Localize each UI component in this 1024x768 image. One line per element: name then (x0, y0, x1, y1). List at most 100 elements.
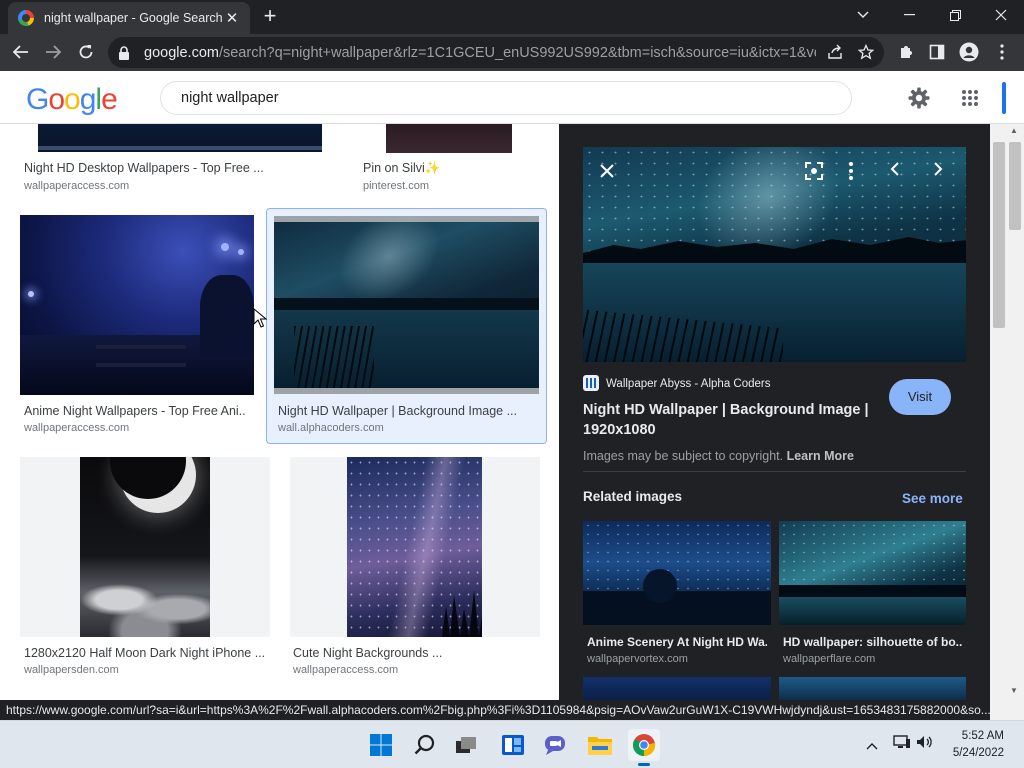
widgets-icon[interactable] (497, 729, 529, 761)
result-title[interactable]: 1280x2120 Half Moon Dark Night iPhone ..… (24, 646, 264, 660)
search-icon[interactable] (409, 729, 441, 761)
clock-date: 5/24/2022 (952, 747, 1004, 759)
visit-button[interactable]: Visit (889, 379, 951, 415)
file-explorer-icon[interactable] (584, 729, 616, 761)
address-bar[interactable]: google.com/search?q=night+wallpaper&rlz=… (108, 37, 884, 68)
profile-avatar-icon[interactable] (956, 39, 982, 65)
network-icon[interactable] (893, 735, 911, 754)
screen: night wallpaper - Google Search ✕ + goog… (0, 0, 1024, 768)
next-image-icon[interactable] (933, 162, 951, 182)
address-url: google.com/search?q=night+wallpaper&rlz=… (144, 44, 816, 61)
google-apps-grid-icon[interactable] (957, 85, 983, 111)
site-name[interactable]: Wallpaper Abyss - Alpha Coders (606, 378, 771, 390)
scrollbar-corner (990, 700, 1024, 720)
logo-letter: e (101, 83, 118, 116)
clock-time: 5:52 AM (961, 730, 1004, 742)
task-view-icon[interactable] (450, 729, 482, 761)
forward-arrow-icon[interactable] (40, 39, 66, 65)
volume-speaker-icon[interactable] (916, 735, 934, 754)
windows-taskbar: 5:52 AM 5/24/2022 (0, 720, 1024, 768)
more-options-icon[interactable] (848, 161, 866, 183)
lens-search-icon[interactable] (804, 161, 826, 183)
lock-icon[interactable] (118, 45, 132, 60)
google-logo[interactable]: Google (26, 83, 118, 117)
search-box[interactable] (160, 81, 852, 115)
image-preview-panel: Wallpaper Abyss - Alpha Coders Night HD … (559, 124, 990, 700)
result-source[interactable]: wallpaperaccess.com (24, 422, 129, 434)
result-thumbnail[interactable] (386, 124, 512, 153)
tab-search-chevron-icon[interactable] (840, 0, 886, 30)
result-thumbnail[interactable] (80, 457, 210, 637)
result-source[interactable]: pinterest.com (363, 180, 429, 192)
chat-icon[interactable] (540, 729, 572, 761)
new-tab-button[interactable]: + (258, 4, 282, 28)
image-results-grid: Night HD Desktop Wallpapers - Top Free .… (0, 124, 559, 700)
related-thumbnail[interactable] (779, 677, 966, 700)
result-title[interactable]: Night HD Wallpaper | Background Image ..… (278, 404, 516, 418)
result-source[interactable]: wallpapersden.com (24, 664, 119, 676)
scroll-up-arrow-icon[interactable]: ▲ (1010, 126, 1018, 135)
tab-close-icon[interactable]: ✕ (224, 9, 240, 27)
page-scrollbar[interactable]: ▲ ▼ (990, 124, 1024, 700)
back-arrow-icon[interactable] (8, 39, 34, 65)
logo-letter: g (79, 83, 97, 116)
close-window-icon[interactable] (978, 0, 1024, 30)
mouse-cursor-icon (253, 307, 268, 333)
related-thumbnail[interactable] (583, 677, 771, 700)
result-thumbnail[interactable] (20, 215, 254, 395)
result-title[interactable]: Pin on Silvi✨ (363, 161, 483, 176)
result-title[interactable]: Night HD Desktop Wallpapers - Top Free .… (24, 161, 264, 175)
logo-letter: o (48, 83, 65, 116)
system-clock[interactable]: 5:52 AM 5/24/2022 (953, 728, 1004, 762)
settings-gear-icon[interactable] (906, 85, 932, 111)
related-thumbnail[interactable] (583, 521, 771, 625)
extensions-puzzle-icon[interactable] (893, 39, 919, 65)
result-thumbnail[interactable] (38, 124, 322, 152)
browser-tab[interactable]: night wallpaper - Google Search ✕ (8, 2, 250, 34)
divider (583, 471, 966, 472)
reload-icon[interactable] (73, 39, 99, 65)
scroll-down-arrow-icon[interactable]: ▼ (1010, 686, 1018, 695)
scrollbar-thumb[interactable] (993, 142, 1005, 328)
site-favicon-icon (583, 375, 599, 391)
google-favicon-icon (18, 10, 34, 26)
bookmark-star-icon[interactable] (853, 39, 879, 65)
previous-image-icon[interactable] (890, 162, 908, 182)
scrollbar-thumb-secondary[interactable] (1009, 142, 1021, 230)
minimize-window-icon[interactable] (886, 0, 932, 30)
result-source[interactable]: wall.alphacoders.com (278, 422, 384, 434)
result-thumbnail-selected[interactable] (274, 216, 539, 394)
related-source[interactable]: wallpaperflare.com (783, 653, 875, 665)
preview-image[interactable] (583, 147, 966, 362)
related-title[interactable]: HD wallpaper: silhouette of bo... (783, 635, 963, 649)
share-icon[interactable] (822, 39, 848, 65)
show-hidden-icons-chevron-icon[interactable] (866, 737, 878, 755)
related-images-heading: Related images (583, 489, 683, 504)
result-title[interactable]: Cute Night Backgrounds ... (293, 646, 533, 660)
browser-tab-bar: night wallpaper - Google Search ✕ + (0, 0, 1024, 34)
browser-toolbar: google.com/search?q=night+wallpaper&rlz=… (0, 34, 1024, 71)
related-source[interactable]: wallpapervortex.com (587, 653, 688, 665)
browser-menu-icon[interactable] (989, 39, 1015, 65)
result-title[interactable]: Anime Night Wallpapers - Top Free Ani... (24, 404, 246, 418)
result-source[interactable]: wallpaperaccess.com (24, 180, 129, 192)
side-panel-icon[interactable] (924, 39, 950, 65)
logo-letter: G (26, 83, 49, 116)
close-preview-icon[interactable] (596, 160, 618, 182)
windows-start-icon[interactable] (365, 729, 397, 761)
restore-window-icon[interactable] (932, 0, 978, 30)
account-button-edge[interactable] (1002, 82, 1006, 114)
related-thumbnail[interactable] (779, 521, 966, 625)
result-thumbnail[interactable] (347, 457, 482, 637)
result-source[interactable]: wallpaperaccess.com (293, 664, 398, 676)
tab-title: night wallpaper - Google Search (44, 11, 223, 25)
copyright-notice: Images may be subject to copyright. Lear… (583, 449, 854, 463)
chrome-icon[interactable] (628, 729, 660, 766)
search-input[interactable] (181, 90, 701, 106)
related-title[interactable]: Anime Scenery At Night HD Wa... (587, 635, 767, 649)
learn-more-link[interactable]: Learn More (787, 449, 854, 463)
preview-title[interactable]: Night HD Wallpaper | Background Image | … (583, 400, 873, 440)
google-header: Google (0, 71, 1024, 169)
link-status-bar: https://www.google.com/url?sa=i&url=http… (0, 700, 990, 720)
see-more-link[interactable]: See more (902, 491, 963, 506)
